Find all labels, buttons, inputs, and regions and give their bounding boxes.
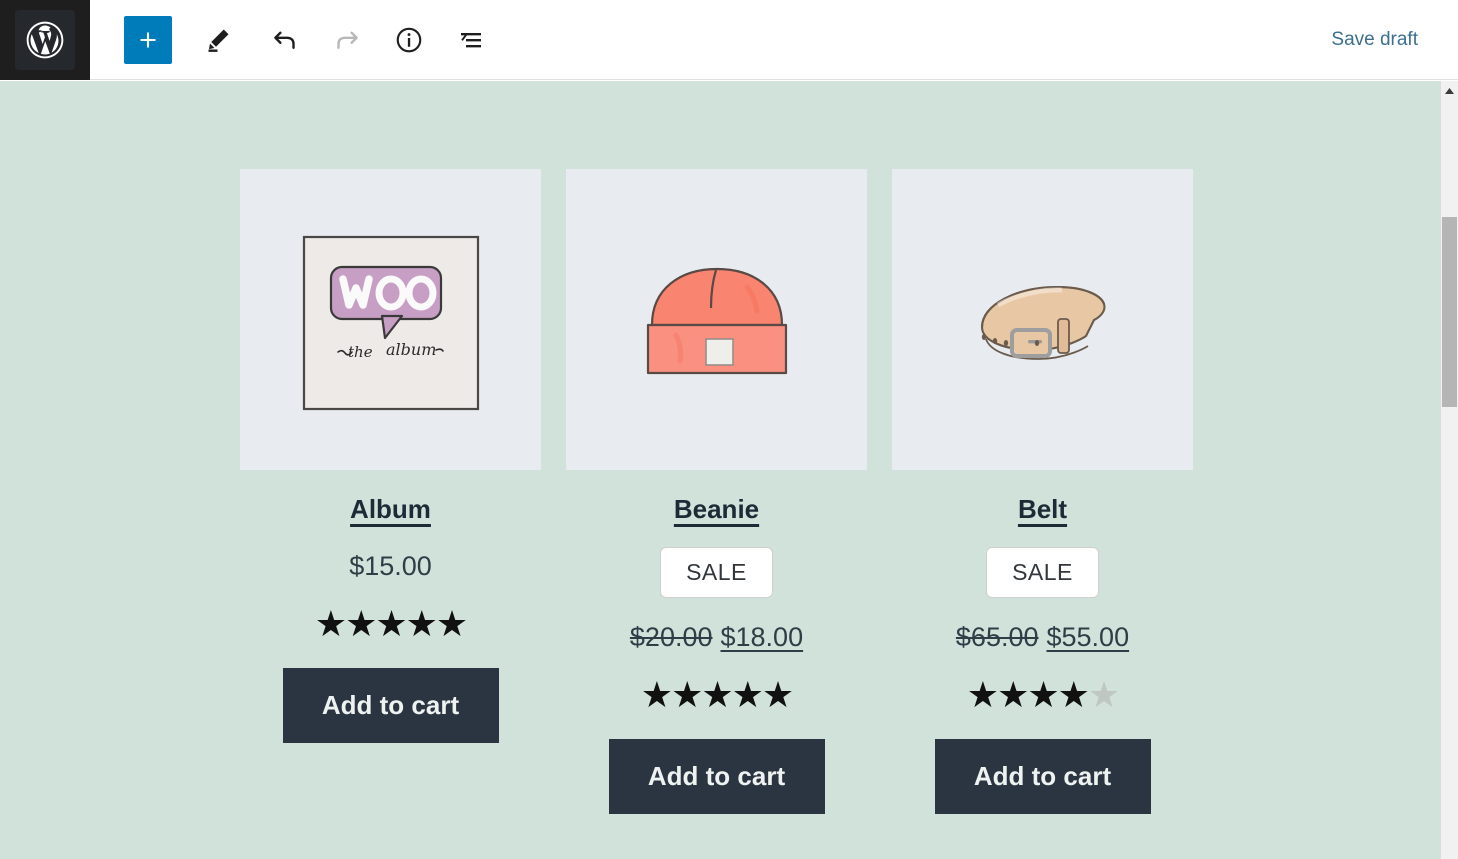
product-card-beanie[interactable]: Beanie SALE $20.00 $18.00 ★ ★ ★ ★ ★ Add t… xyxy=(566,169,867,814)
product-card-belt[interactable]: Belt SALE $65.00 $55.00 ★ ★ ★ ★ ★ Add to … xyxy=(892,169,1193,814)
product-rating-album: ★ ★ ★ ★ ★ xyxy=(314,603,468,644)
product-card-album[interactable]: the album Album $15.00 ★ ★ ★ ★ ★ Add to … xyxy=(240,169,541,743)
save-draft-button[interactable]: Save draft xyxy=(1321,21,1428,59)
vertical-scrollbar[interactable] xyxy=(1440,81,1458,859)
star-filled: ★ xyxy=(671,674,703,715)
wordpress-logo-button[interactable] xyxy=(0,0,90,80)
star-filled: ★ xyxy=(405,603,438,644)
wordpress-logo-icon xyxy=(26,21,64,58)
star-filled: ★ xyxy=(966,674,999,715)
add-to-cart-button-album[interactable]: Add to cart xyxy=(282,668,499,743)
star-filled: ★ xyxy=(1027,674,1059,715)
product-title-beanie[interactable]: Beanie xyxy=(674,494,759,525)
product-title-album[interactable]: Album xyxy=(350,494,431,525)
star-filled: ★ xyxy=(731,674,764,715)
star-filled: ★ xyxy=(640,674,673,715)
add-block-button[interactable] xyxy=(124,15,172,64)
products-grid: the album Album $15.00 ★ ★ ★ ★ ★ Add to … xyxy=(240,169,1193,814)
product-price-beanie: $20.00 $18.00 xyxy=(630,622,803,653)
sale-badge-beanie: SALE xyxy=(660,547,773,598)
beanie-hat-image xyxy=(646,267,787,374)
star-filled: ★ xyxy=(761,674,794,715)
product-price-album: $15.00 xyxy=(349,551,432,581)
list-view-button[interactable] xyxy=(447,16,495,64)
redo-arrow-icon xyxy=(337,31,358,49)
product-image-belt[interactable] xyxy=(892,169,1193,470)
add-to-cart-button-beanie[interactable]: Add to cart xyxy=(608,739,825,814)
product-rating-belt: ★ ★ ★ ★ ★ xyxy=(966,674,1120,715)
toolbar-right-group: Save draft xyxy=(1321,21,1458,59)
toolbar-left-group xyxy=(90,15,495,64)
star-filled: ★ xyxy=(375,603,407,644)
sale-badge-belt: SALE xyxy=(986,547,1099,598)
price-sale-belt: $55.00 xyxy=(1046,622,1130,652)
product-price-belt: $65.00 $55.00 xyxy=(956,622,1129,653)
edit-tool-button[interactable] xyxy=(194,16,242,64)
star-filled: ★ xyxy=(997,674,1029,715)
triangle-up-icon xyxy=(1445,88,1454,94)
wordpress-logo-inner xyxy=(15,9,75,70)
editor-header: Save draft xyxy=(0,0,1458,80)
product-image-album[interactable]: the album xyxy=(240,169,541,470)
add-to-cart-button-belt[interactable]: Add to cart xyxy=(934,739,1151,814)
star-empty: ★ xyxy=(1087,674,1120,715)
leather-belt-image xyxy=(980,285,1105,360)
pencil-icon xyxy=(208,29,229,52)
svg-text:the: the xyxy=(348,343,373,361)
price-sale-beanie: $18.00 xyxy=(720,622,804,652)
star-filled: ★ xyxy=(701,674,733,715)
undo-button[interactable] xyxy=(261,16,309,64)
svg-text:album: album xyxy=(386,340,436,359)
star-filled: ★ xyxy=(435,603,468,644)
price-original-belt: $65.00 xyxy=(955,622,1039,652)
info-circle-icon xyxy=(396,27,422,52)
scroll-thumb[interactable] xyxy=(1442,217,1457,407)
star-filled: ★ xyxy=(1057,674,1090,715)
product-image-beanie[interactable] xyxy=(566,169,867,470)
redo-button[interactable] xyxy=(323,16,371,64)
list-view-icon xyxy=(461,32,481,47)
product-title-belt[interactable]: Belt xyxy=(1018,494,1067,525)
product-rating-beanie: ★ ★ ★ ★ ★ xyxy=(640,674,794,715)
editor-canvas: the album Album $15.00 ★ ★ ★ ★ ★ Add to … xyxy=(0,81,1440,859)
undo-arrow-icon xyxy=(274,31,295,49)
album-cover-woo-image: the album xyxy=(302,235,479,410)
price-original-beanie: $20.00 xyxy=(629,622,713,652)
details-button[interactable] xyxy=(385,16,433,64)
star-filled: ★ xyxy=(345,603,377,644)
star-filled: ★ xyxy=(314,603,347,644)
scroll-up-button[interactable] xyxy=(1441,81,1458,101)
plus-icon xyxy=(140,32,156,47)
